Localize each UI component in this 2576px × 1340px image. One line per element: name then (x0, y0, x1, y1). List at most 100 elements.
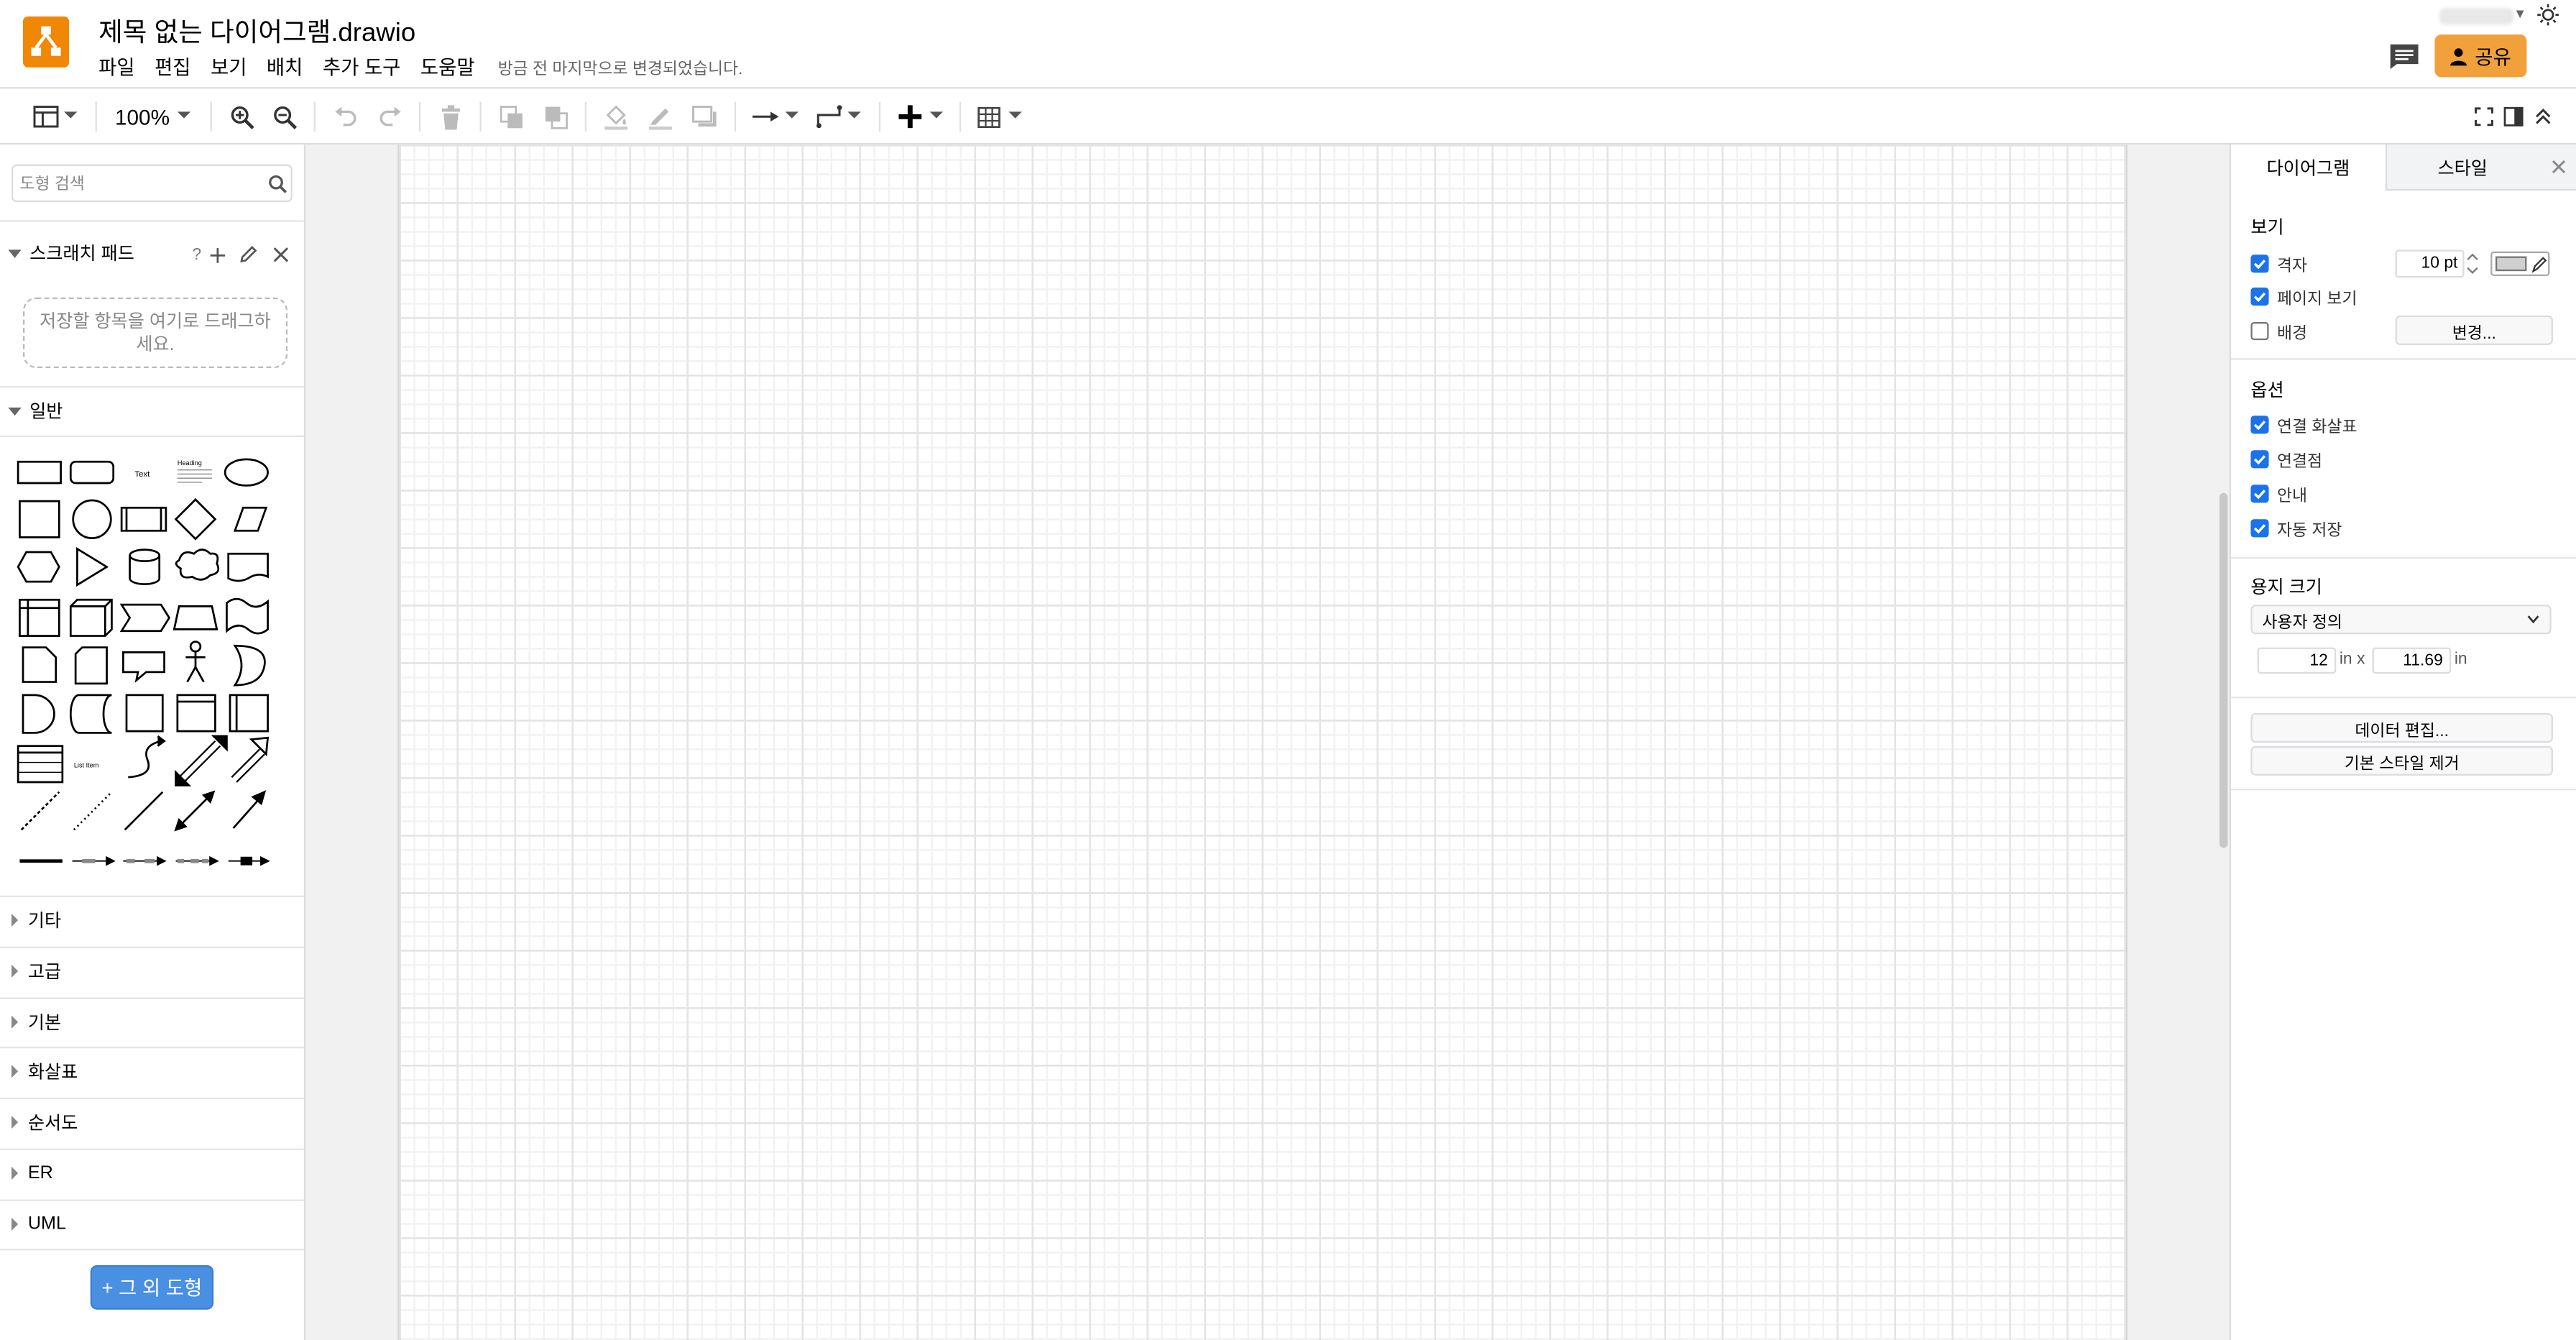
section-arrows[interactable]: 화살표 (0, 1047, 304, 1096)
fullscreen-icon[interactable] (2472, 98, 2496, 134)
list-shape[interactable] (17, 745, 64, 784)
save-status[interactable]: 방금 전 마지막으로 변경되었습니다. (498, 53, 743, 78)
insert-dropdown-caret[interactable] (929, 111, 943, 119)
step-shape[interactable] (119, 603, 171, 633)
diamond-shape[interactable] (174, 497, 217, 541)
connection-arrows-checkbox[interactable] (2250, 415, 2269, 433)
callout-shape[interactable] (122, 651, 165, 683)
sun-icon[interactable] (2536, 4, 2559, 32)
clear-default-style-button[interactable]: 기본 스타일 제거 (2250, 745, 2553, 776)
more-shapes-button[interactable]: + 그 외 도형 (90, 1265, 214, 1310)
delete-icon[interactable] (436, 98, 465, 134)
cloud-shape[interactable] (175, 549, 220, 581)
zoom-out-icon[interactable] (270, 98, 299, 134)
add-icon[interactable] (208, 246, 226, 264)
stored-data-shape[interactable] (69, 694, 112, 734)
vertical-swimlane-shape[interactable] (229, 694, 269, 733)
or-shape[interactable] (233, 644, 266, 687)
card-shape[interactable] (74, 646, 108, 685)
pencil-icon[interactable] (237, 245, 257, 265)
comment-icon[interactable] (2388, 42, 2419, 75)
scratchpad-drop-zone[interactable]: 저장할 항목을 여기로 드래그하세요. (22, 297, 288, 368)
paper-width-input[interactable]: 12 (2257, 647, 2337, 674)
line-color-icon[interactable] (645, 98, 675, 134)
diagram-canvas[interactable] (305, 144, 2230, 1340)
insert-plus-icon[interactable] (896, 98, 925, 134)
process-shape[interactable] (120, 506, 167, 532)
zoom-level[interactable]: 100% (115, 105, 170, 129)
tab-diagram[interactable]: 다이어그램 (2230, 144, 2386, 191)
page-view-checkbox[interactable] (2250, 286, 2269, 305)
connection-arrow-icon[interactable] (751, 98, 781, 134)
arrow-shape[interactable] (231, 736, 270, 783)
waypoints-icon[interactable] (815, 98, 845, 134)
background-option[interactable]: 배경 (2250, 318, 2307, 343)
section-misc[interactable]: 기타 (0, 896, 304, 945)
edge-with-three-labels-shape[interactable] (175, 855, 219, 866)
fill-color-icon[interactable] (602, 98, 631, 134)
rounded-rectangle-shape[interactable] (69, 460, 115, 485)
menu-view[interactable]: 보기 (201, 48, 257, 83)
redo-icon[interactable] (374, 98, 404, 134)
grid-color-button[interactable] (2490, 251, 2550, 276)
shadow-icon[interactable] (690, 98, 719, 134)
menu-extras[interactable]: 추가 도구 (313, 48, 410, 83)
parallelogram-shape[interactable] (233, 506, 268, 532)
trapezoid-shape[interactable] (172, 605, 218, 630)
option-connection-arrows[interactable]: 연결 화살표 (2250, 413, 2357, 436)
paper-size-select[interactable]: 사용자 정의 (2250, 605, 2552, 635)
waypoints-dropdown-caret[interactable] (847, 111, 861, 119)
cylinder-shape[interactable] (129, 549, 161, 585)
bidirectional-connector-shape[interactable] (174, 790, 216, 832)
tab-style[interactable]: 스타일 (2385, 144, 2539, 191)
grid-option[interactable]: 격자 (2250, 252, 2307, 275)
format-panel-toggle-icon[interactable] (2502, 98, 2525, 134)
option-autosave[interactable]: 자동 저장 (2250, 516, 2342, 540)
connection-points-checkbox[interactable] (2250, 449, 2269, 468)
page-view-option[interactable]: 페이지 보기 (2250, 284, 2357, 308)
option-connection-points[interactable]: 연결점 (2250, 447, 2322, 471)
menu-file[interactable]: 파일 (88, 48, 144, 83)
menu-arrange[interactable]: 배치 (257, 48, 313, 83)
drawio-logo-icon[interactable] (22, 16, 69, 68)
menu-help[interactable]: 도움말 (410, 48, 484, 83)
document-title[interactable]: 제목 없는 다이어그램.drawio (98, 10, 415, 50)
edit-data-button[interactable]: 데이터 편집... (2250, 712, 2553, 743)
section-er[interactable]: ER (0, 1149, 304, 1198)
close-panel-icon[interactable] (2538, 144, 2576, 191)
zoom-dropdown-caret[interactable] (177, 111, 191, 119)
hexagon-shape[interactable] (17, 551, 60, 583)
list-item-shape[interactable]: List Item (74, 761, 98, 768)
table-icon[interactable] (974, 98, 1003, 134)
vertical-scrollbar[interactable] (2219, 492, 2228, 848)
container-shape[interactable] (125, 694, 164, 733)
user-account-name[interactable] (2439, 8, 2514, 25)
directional-connector-shape[interactable] (232, 790, 267, 829)
general-section-header[interactable]: 일반 (0, 386, 304, 436)
tape-shape[interactable] (226, 597, 269, 635)
document-shape[interactable] (227, 552, 269, 582)
edge-with-two-labels-shape[interactable] (123, 855, 167, 866)
help-icon[interactable]: ? (192, 246, 201, 264)
chevron-down-icon[interactable]: ▼ (2513, 6, 2526, 22)
triangle-shape[interactable] (76, 546, 109, 587)
format-panel-icon[interactable] (29, 98, 63, 134)
close-icon[interactable] (272, 247, 288, 263)
ellipse-shape[interactable] (224, 458, 269, 487)
internal-storage-shape[interactable] (19, 598, 60, 637)
diagram-page[interactable] (397, 144, 2128, 1340)
cube-shape[interactable] (69, 598, 113, 637)
autosave-checkbox[interactable] (2250, 518, 2269, 537)
collapse-icon[interactable] (2531, 98, 2554, 134)
to-back-icon[interactable] (540, 98, 570, 134)
connection-dropdown-caret[interactable] (785, 111, 799, 119)
search-icon[interactable] (268, 174, 288, 198)
note-shape[interactable] (22, 646, 58, 683)
share-button[interactable]: 공유 (2434, 34, 2527, 78)
dotted-line-shape[interactable] (73, 791, 113, 831)
textbox-shape[interactable]: Heading (178, 459, 212, 483)
rectangle-shape[interactable] (17, 460, 62, 485)
text-shape[interactable]: Text (134, 470, 150, 479)
section-uml[interactable]: UML (0, 1200, 304, 1249)
undo-icon[interactable] (330, 98, 359, 134)
